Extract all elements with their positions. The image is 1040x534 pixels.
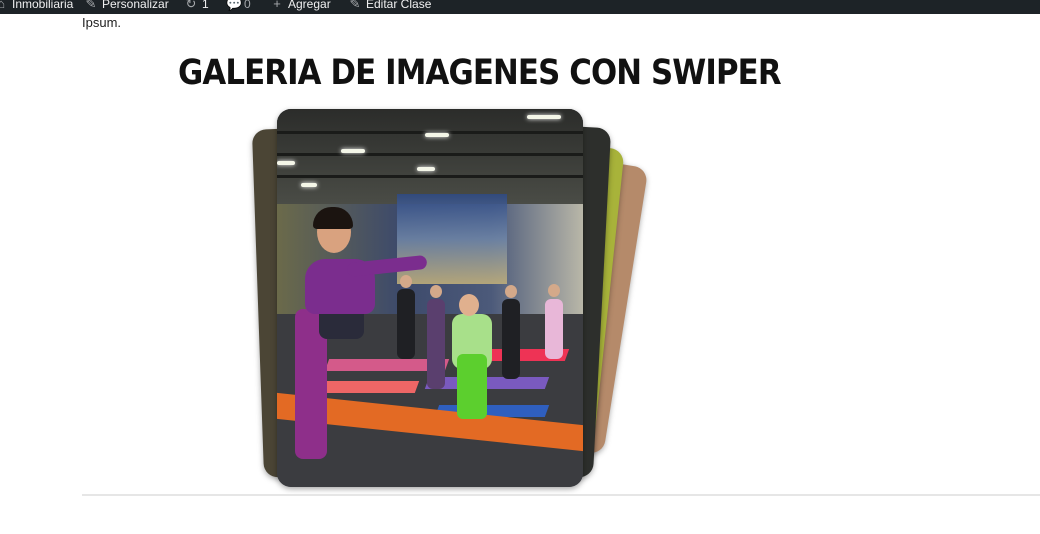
swiper-gallery[interactable] — [250, 105, 649, 495]
plus-icon: + — [273, 0, 281, 11]
ceiling-light — [417, 167, 435, 171]
photo-ceiling — [277, 109, 583, 204]
bg-person — [427, 299, 445, 389]
refresh-icon: ↻ — [185, 0, 197, 11]
comment-icon: 💬 — [226, 0, 243, 11]
bg-person-head — [505, 285, 517, 298]
ceiling-light — [301, 183, 317, 187]
bg-person — [397, 289, 415, 359]
yoga-mat — [314, 381, 420, 393]
page-title: Galeria de imagenes con Swiper — [178, 53, 782, 93]
photo-beam — [277, 175, 583, 178]
pencil-icon: ✎ — [349, 0, 361, 11]
photo-mural — [397, 194, 507, 284]
ceiling-light — [341, 149, 365, 153]
bg-person — [502, 299, 520, 379]
bg-person-head — [548, 284, 560, 297]
admin-bar-comments[interactable]: 💬 0 — [226, 0, 251, 14]
admin-bar-site-link[interactable]: ⌂ Inmobiliaria — [0, 0, 73, 14]
ceiling-light — [277, 161, 295, 165]
person-green-head — [459, 294, 479, 316]
brush-icon: ✎ — [85, 0, 97, 11]
bg-person-head — [430, 285, 442, 298]
swiper-slide-active[interactable] — [277, 109, 583, 487]
photo-beam — [277, 153, 583, 156]
bg-person-head — [400, 275, 412, 288]
admin-bar-edit[interactable]: ✎ Editar Clase — [348, 0, 432, 14]
content-divider — [82, 494, 1040, 496]
bg-person — [545, 299, 563, 359]
post-excerpt: Ipsum. — [82, 15, 122, 30]
ceiling-light — [425, 133, 449, 137]
admin-bar-customize[interactable]: ✎ Personalizar — [84, 0, 169, 14]
home-icon: ⌂ — [0, 0, 5, 11]
wp-admin-bar: ⌂ Inmobiliaria ✎ Personalizar ↻ 1 💬 0 + Agreg… — [0, 0, 1040, 14]
admin-bar-new[interactable]: + Agregar — [270, 0, 331, 14]
person-green-pants — [457, 354, 487, 419]
admin-bar-updates[interactable]: ↻ 1 — [184, 0, 209, 14]
ceiling-light — [527, 115, 561, 119]
